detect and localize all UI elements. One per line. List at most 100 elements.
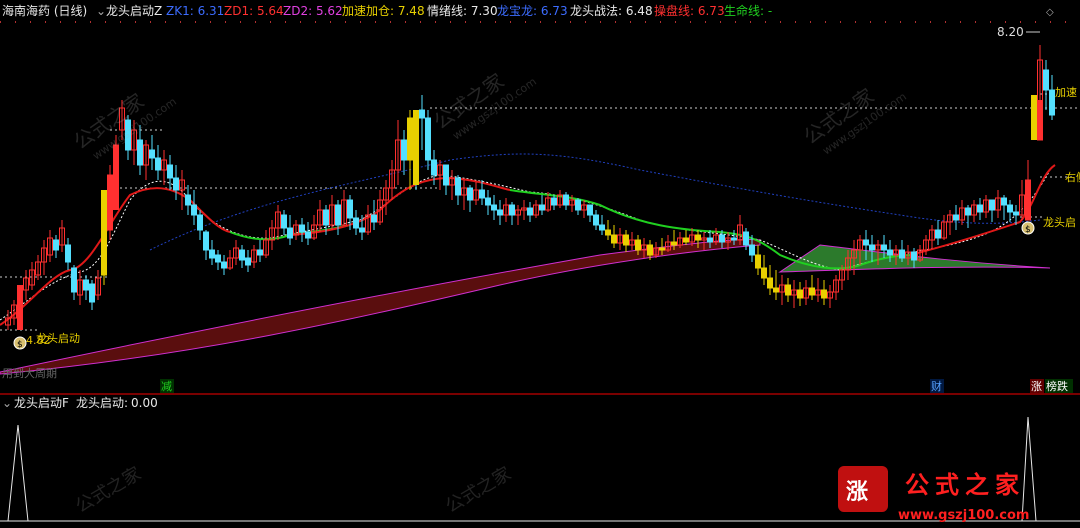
reference-lines — [0, 93, 1080, 331]
legend-item-7: 操盘线: 6.73 — [654, 3, 725, 18]
candle-35 — [215, 250, 221, 270]
candle-39 — [239, 245, 245, 268]
candle-134 — [809, 275, 815, 300]
candle-96 — [581, 200, 587, 218]
candle-88 — [533, 200, 539, 218]
candle-52 — [317, 200, 323, 232]
candle-76 — [461, 180, 467, 210]
candle-49 — [299, 218, 305, 242]
candle-61 — [371, 200, 377, 230]
candle-54 — [329, 195, 335, 230]
candle-125 — [755, 245, 761, 275]
candle-161 — [971, 200, 977, 222]
candle-7 — [47, 230, 53, 262]
blue-line — [149, 153, 1041, 251]
candle-81 — [491, 195, 497, 220]
legend-item-2: ZD2: 5.62 — [283, 4, 343, 18]
candle-9 — [59, 220, 65, 252]
candle-128 — [773, 270, 779, 300]
candle-95 — [575, 198, 581, 215]
candle-164 — [989, 199, 995, 222]
collapse-icon[interactable]: ⌄ — [96, 4, 106, 18]
candle-129 — [779, 275, 785, 305]
candle-170 — [1025, 160, 1031, 221]
candle-130 — [785, 278, 791, 302]
spike-left — [7, 424, 29, 522]
candle-69 — [419, 95, 425, 150]
candle-38 — [233, 240, 239, 265]
candle-160 — [965, 205, 971, 228]
candle-55 — [335, 200, 341, 235]
candle-48 — [293, 220, 299, 240]
candle-126 — [761, 255, 767, 285]
candle-163 — [983, 195, 989, 218]
candle-84 — [509, 202, 515, 225]
candle-64 — [389, 160, 395, 200]
signal-bar-2 — [413, 110, 419, 185]
red-line-mid — [289, 176, 511, 236]
sub-chart-panel[interactable]: ⌄ 龙头启动F 龙头启动: 0.00 公式之家 公式之家 涨 公式之家 www.… — [0, 395, 1080, 524]
logo-mark: 涨 — [846, 480, 868, 505]
sub-value: 0.00 — [131, 396, 158, 410]
brand-url: www.gszj100.com — [898, 508, 1029, 523]
signal-bar-3 — [1031, 95, 1037, 140]
candle-158 — [953, 205, 959, 230]
signal-spikes — [0, 416, 1080, 522]
watermark-group: 公式之家 www.gszj100.com 公式之家 www.gszj100.co… — [69, 69, 909, 163]
coin-icon-left: $ — [13, 336, 27, 350]
candle-83 — [503, 198, 509, 222]
candle-157 — [947, 210, 953, 235]
candle-91 — [551, 195, 557, 210]
stock-title: 海南海药 (日线) — [2, 3, 87, 18]
svg-text:$: $ — [17, 340, 23, 350]
candle-97 — [587, 204, 593, 222]
candle-131 — [791, 280, 797, 308]
legend-item-5: 龙宝龙: 6.73 — [497, 4, 568, 18]
candle-99 — [599, 215, 605, 235]
annotation-start-left: 龙头启动 — [36, 332, 80, 345]
brand-logo: 涨 公式之家 www.gszj100.com — [838, 466, 1029, 523]
candle-77 — [467, 185, 473, 212]
legend-item-8: 生命线: - — [724, 3, 772, 18]
candle-66 — [401, 130, 407, 175]
main-chart-panel[interactable]: 海南海药 (日线) ⌄ 龙头启动Z ZK1: 6.31 ZD1: 5.64 ZD2:… — [0, 0, 1080, 394]
candle-133 — [803, 280, 809, 305]
candle-155 — [935, 220, 941, 245]
candle-8 — [53, 235, 59, 258]
candle-87 — [527, 202, 533, 222]
candle-156 — [941, 215, 947, 240]
candle-169 — [1019, 180, 1025, 220]
candle-43 — [263, 230, 269, 258]
signal-bar-1 — [113, 165, 119, 210]
candle-5 — [35, 255, 41, 280]
spike-right — [1021, 416, 1037, 522]
candle-11 — [71, 265, 77, 300]
sub-indicator-name: 龙头启动F — [14, 396, 69, 410]
candle-72 — [437, 160, 443, 190]
candle-58 — [353, 210, 359, 235]
candle-32 — [197, 210, 203, 240]
annotation-right-side: 右侧 — [1065, 170, 1080, 184]
candle-70 — [425, 110, 431, 170]
candle-36 — [221, 255, 227, 275]
marker-rise: 涨 — [1031, 380, 1042, 393]
candle-100 — [605, 220, 611, 240]
candle-92 — [557, 190, 563, 208]
candle-13 — [83, 275, 89, 300]
candle-56 — [341, 190, 347, 226]
candle-132 — [797, 282, 803, 306]
candle-60 — [365, 205, 371, 235]
legend-item-3: 加速加仓: 7.48 — [342, 4, 425, 18]
candle-40 — [245, 250, 251, 272]
candle-78 — [473, 182, 479, 205]
candle-98 — [593, 210, 599, 230]
candle-135 — [815, 278, 821, 302]
ribbon-band — [0, 239, 1051, 375]
diamond-icon[interactable]: ◇ — [1046, 7, 1054, 18]
price-label-high: 8.20 — [997, 25, 1024, 39]
candle-103 — [623, 230, 629, 252]
candle-31 — [191, 190, 197, 225]
legend-item-6: 龙头战法: 6.48 — [570, 4, 653, 18]
coin-icon-right: $ — [1021, 221, 1035, 235]
sub-collapse-icon[interactable]: ⌄ — [2, 396, 12, 410]
